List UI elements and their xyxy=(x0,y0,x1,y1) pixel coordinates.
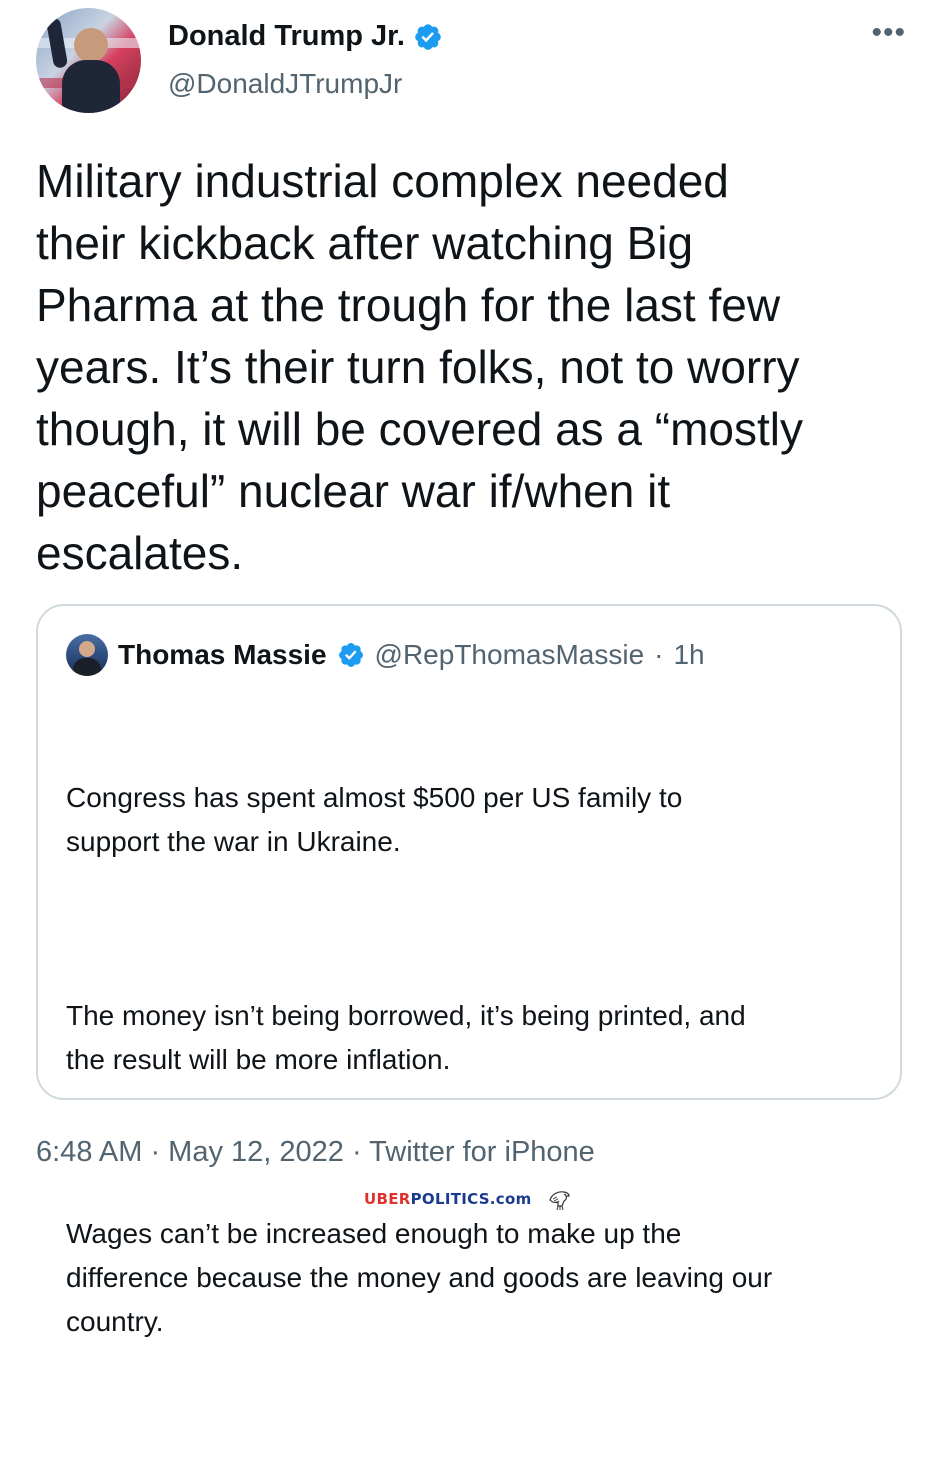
quoted-separator: · xyxy=(654,639,664,670)
quoted-author-name: Thomas Massie xyxy=(118,639,327,670)
quoted-tweet-text: Congress has spent almost $500 per US fa… xyxy=(66,688,886,1474)
quoted-tweet-header: Thomas Massie @RepThomasMassie · 1h xyxy=(66,634,705,676)
author-display-name[interactable]: Donald Trump Jr. xyxy=(168,20,405,53)
eagle-icon xyxy=(548,1191,570,1211)
tweet-timestamp-source[interactable]: 6:48 AM · May 12, 2022 · Twitter for iPh… xyxy=(36,1136,595,1169)
quoted-paragraph: The money isn’t being borrowed, it’s bei… xyxy=(66,1000,746,1075)
author-name-row: Donald Trump Jr. xyxy=(168,20,443,53)
watermark-logo-text: UBERPOLITICS.com xyxy=(364,1190,532,1208)
watermark-part-uber: UBER xyxy=(364,1190,411,1208)
quoted-author-avatar xyxy=(66,634,108,676)
watermark: UBERPOLITICS.com xyxy=(364,1186,572,1212)
quoted-paragraph: Wages can’t be increased enough to make … xyxy=(66,1218,773,1337)
author-handle[interactable]: @DonaldJTrumpJr xyxy=(168,68,402,100)
author-avatar[interactable] xyxy=(36,8,141,113)
tweet-header: Donald Trump Jr. @DonaldJTrumpJr ••• xyxy=(36,8,906,118)
verified-badge-icon xyxy=(338,643,363,667)
quoted-timestamp: 1h xyxy=(673,639,705,670)
quoted-paragraph: Congress has spent almost $500 per US fa… xyxy=(66,782,683,857)
tweet-text: Military industrial complex needed their… xyxy=(36,155,804,579)
quoted-author-handle: @RepThomasMassie xyxy=(374,639,645,670)
watermark-part-politics: POLITICS.com xyxy=(410,1190,532,1208)
more-options-icon[interactable]: ••• xyxy=(871,18,906,48)
quoted-tweet[interactable]: Thomas Massie @RepThomasMassie · 1h Cong… xyxy=(36,604,902,1337)
verified-badge-icon xyxy=(415,23,441,50)
